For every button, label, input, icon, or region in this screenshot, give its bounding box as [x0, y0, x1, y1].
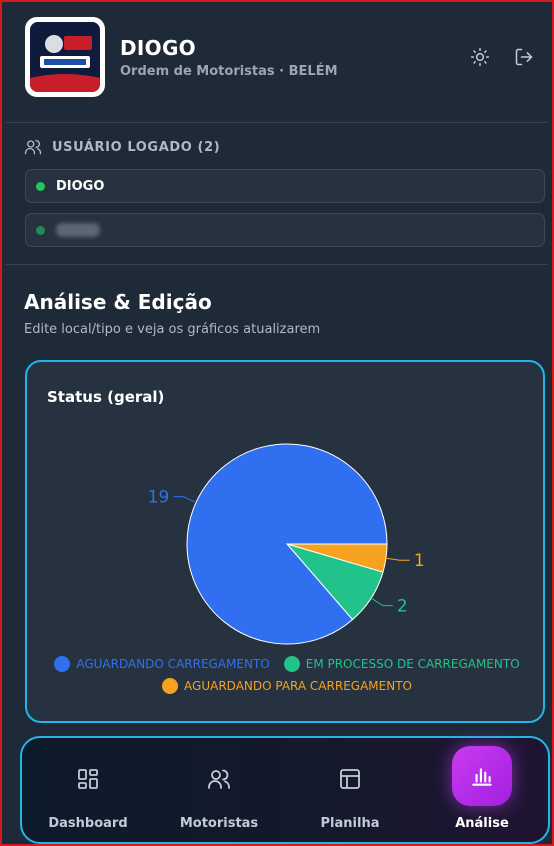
pie-label-line — [173, 496, 197, 503]
users-divider — [6, 264, 548, 265]
pie-label-line — [385, 557, 410, 561]
users-heading: USUÁRIO LOGADO (2) — [24, 138, 220, 156]
pie-chart: 1 2 19 — [148, 443, 425, 645]
section-title: Análise & Edição — [24, 290, 212, 314]
pie-label-line — [370, 597, 393, 607]
nav-label: Planilha — [320, 816, 380, 831]
section-subtitle: Edite local/tipo e veja os gráficos atua… — [24, 322, 321, 337]
legend-swatch — [283, 656, 300, 672]
legend-row: AGUARDANDO PARA CARREGAMENTO — [27, 678, 547, 694]
app-title: DIOGO — [120, 36, 196, 60]
pie-data-label: 19 — [148, 488, 170, 508]
nav-label: Motoristas — [179, 816, 259, 831]
pie-data-label: 2 — [397, 597, 408, 617]
nav-item-analise[interactable]: Análise — [422, 738, 542, 842]
nav-label: Análise — [455, 816, 509, 831]
legend-item[interactable]: EM PROCESSO DE CARREGAMENTO — [283, 656, 520, 672]
pie-data-label: 1 — [414, 551, 425, 571]
user-row — [25, 213, 545, 247]
blurred-user-name — [56, 223, 100, 237]
legend-item[interactable]: AGUARDANDO PARA CARREGAMENTO — [162, 678, 412, 694]
chart-legend: AGUARDANDO CARREGAMENTO EM PROCESSO DE CA… — [27, 656, 547, 700]
dashboard-grid-icon — [75, 766, 101, 792]
legend-row: AGUARDANDO CARREGAMENTO EM PROCESSO DE CA… — [27, 656, 547, 672]
table-icon — [337, 766, 363, 792]
legend-swatch — [54, 656, 71, 672]
header-divider — [6, 122, 548, 123]
users-icon — [206, 766, 232, 792]
user-name: DIOGO — [56, 178, 105, 194]
company-logo — [25, 17, 105, 97]
online-status-dot — [36, 225, 45, 235]
user-row: DIOGO — [25, 169, 545, 203]
sun-icon[interactable] — [469, 46, 491, 68]
legend-label: AGUARDANDO PARA CARREGAMENTO — [184, 679, 412, 693]
legend-item[interactable]: AGUARDANDO CARREGAMENTO — [54, 656, 270, 672]
legend-label: AGUARDANDO CARREGAMENTO — [76, 657, 270, 671]
users-icon — [24, 139, 42, 155]
nav-label: Dashboard — [48, 816, 128, 831]
app-header: DIOGO Ordem de Motoristas · BELÉM — [6, 2, 548, 122]
app-subtitle: Ordem de Motoristas · BELÉM — [120, 64, 338, 79]
bar-chart-icon — [452, 746, 512, 806]
legend-label: EM PROCESSO DE CARREGAMENTO — [305, 657, 520, 671]
online-status-dot — [36, 181, 45, 191]
nav-item-planilha[interactable]: Planilha — [290, 738, 410, 842]
nav-item-motoristas[interactable]: Motoristas — [159, 738, 279, 842]
logout-icon[interactable] — [513, 46, 535, 68]
status-chart-card: Status (geral) 1 2 19 AGUARDANDO CARREGAME… — [25, 360, 545, 723]
legend-swatch — [162, 678, 179, 694]
nav-item-dashboard[interactable]: Dashboard — [28, 738, 148, 842]
users-heading-label: USUÁRIO LOGADO (2) — [52, 139, 221, 155]
bottom-nav: Dashboard Motoristas Planilha Análise — [20, 736, 550, 844]
